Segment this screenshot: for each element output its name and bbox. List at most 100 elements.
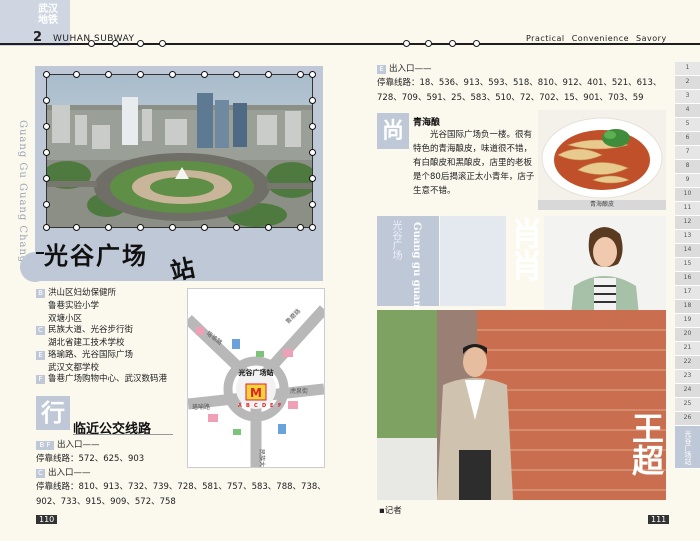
side-tab[interactable]: 13 xyxy=(675,230,700,244)
side-tab[interactable]: 光谷广场站 xyxy=(675,426,700,469)
side-tab[interactable]: 10 xyxy=(675,188,700,202)
exit-text: 鲁巷实验小学 xyxy=(48,301,100,312)
food-photo xyxy=(538,110,666,202)
header-dot xyxy=(403,40,410,47)
exit-item: 双塘小区 xyxy=(36,312,82,325)
bus-group-2-badge: C xyxy=(36,469,45,478)
photo-frame-handle xyxy=(309,201,316,208)
photo-frame-handle xyxy=(169,71,176,78)
exit-item: C 民族大道、光谷步行街 xyxy=(36,324,133,336)
shop-description: 光谷国际广场负一楼。很有特色的青海酿皮，味道很不错，有白酿皮和黑酿皮，店里的老板… xyxy=(413,130,535,196)
side-tab[interactable]: 20 xyxy=(675,328,700,342)
right-exit-label: 出入口—— xyxy=(389,64,432,74)
metro-symbol: M xyxy=(250,386,262,400)
station-map: M 光谷广场站 珞瑜路 鲁磨路 民族大道 珞喻路 虎泉街 A B C D E F xyxy=(187,288,325,468)
magazine-tagline: Practical Convenience Savory xyxy=(526,34,667,43)
photo-frame-handle xyxy=(43,224,50,231)
exit-badge: F xyxy=(36,375,45,385)
side-tab[interactable]: 12 xyxy=(675,216,700,230)
side-tab[interactable]: 21 xyxy=(675,342,700,356)
bus-group-1-lines-label: 停靠线路： xyxy=(36,454,79,464)
map-exit-letter: C xyxy=(254,403,258,409)
photo-frame-handle xyxy=(137,224,144,231)
guanggu-chinese-vertical: 光谷广场 xyxy=(390,220,401,260)
bus-group-1-badge: B F xyxy=(36,441,54,450)
exit-item: 湖北省建工技术学校 xyxy=(36,336,125,349)
shang-char-box: 尚 xyxy=(377,113,409,149)
header-dot xyxy=(112,40,119,47)
city-aerial-photo xyxy=(46,74,313,228)
exit-item: F 鲁巷广场购物中心、武汉数码港 xyxy=(36,373,167,385)
map-road-label: 虎泉街 xyxy=(290,387,308,395)
header-dot xyxy=(159,40,166,47)
side-tab[interactable]: 24 xyxy=(675,384,700,398)
food-illustration xyxy=(538,110,666,202)
exit-text: 洪山区妇幼保健所 xyxy=(48,288,117,298)
reporter-label-text: 记者 xyxy=(384,506,402,516)
map-exit-letter: F xyxy=(278,403,281,409)
right-lines-value: 18、536、913、593、518、810、912、401、521、613、7… xyxy=(377,78,662,103)
side-tab[interactable]: 7 xyxy=(675,146,700,160)
photo-frame-handle xyxy=(309,224,316,231)
map-exit-letter: D xyxy=(262,403,266,409)
right-lines-label: 停靠线路： xyxy=(377,78,420,88)
exit-item: 武汉文都学校 xyxy=(36,361,99,374)
exit-item: 鲁巷实验小学 xyxy=(36,299,99,312)
photo-frame-handle xyxy=(43,175,50,182)
photo-frame-handle xyxy=(201,224,208,231)
exit-badge: E xyxy=(36,350,45,360)
side-tab[interactable]: 1 xyxy=(675,62,700,76)
right-exit-badge: E xyxy=(377,65,386,74)
photo-frame-handle xyxy=(105,71,112,78)
side-tab[interactable]: 16 xyxy=(675,272,700,286)
title-dash xyxy=(36,252,44,254)
side-tab[interactable]: 8 xyxy=(675,160,700,174)
side-tab[interactable]: 3 xyxy=(675,90,700,104)
side-tab[interactable]: 18 xyxy=(675,300,700,314)
map-road-label: 珞喻路 xyxy=(192,403,210,411)
wangchao-illustration xyxy=(377,310,666,500)
side-tab[interactable]: 17 xyxy=(675,286,700,300)
header-rule xyxy=(0,43,700,45)
logo-text: 武汉地铁 xyxy=(38,4,58,26)
bus-group-2-exit-label: 出入口—— xyxy=(48,468,91,478)
side-tab[interactable]: 26 xyxy=(675,412,700,426)
bus-group-2-lines: 停靠线路：810、913、732、739、728、581、757、583、788… xyxy=(36,480,326,510)
photo-frame-handle xyxy=(43,123,50,130)
map-illustration: M 光谷广场站 珞瑜路 鲁磨路 民族大道 珞喻路 虎泉街 A B C D E F xyxy=(188,289,324,467)
side-tab[interactable]: 15 xyxy=(675,258,700,272)
header-dot xyxy=(473,40,480,47)
side-tab[interactable]: 14 xyxy=(675,244,700,258)
side-tab[interactable]: 25 xyxy=(675,398,700,412)
photo-frame-handle xyxy=(297,71,304,78)
side-tab[interactable]: 5 xyxy=(675,118,700,132)
side-index-tabs: 1 2 3 4 5 6 7 8 9 10 11 12 13 14 15 16 17 18 19 20 21 22 23 24 2… xyxy=(675,62,700,482)
bus-group-1-lines: 停靠线路：572、625、903 xyxy=(36,452,321,467)
photo-frame-handle xyxy=(73,224,80,231)
photo-frame-handle xyxy=(43,201,50,208)
side-tab[interactable]: 23 xyxy=(675,370,700,384)
bus-section-char: 行 xyxy=(36,396,70,430)
side-tab[interactable]: 4 xyxy=(675,104,700,118)
side-tab[interactable]: 2 xyxy=(675,76,700,90)
photo-frame-handle xyxy=(233,224,240,231)
side-tab[interactable]: 6 xyxy=(675,132,700,146)
bus-group-2-lines-value: 810、913、732、739、728、581、757、583、788、738、… xyxy=(36,482,326,507)
photo-frame-handle xyxy=(309,149,316,156)
exit-text: 鲁巷广场购物中心、武汉数码港 xyxy=(48,374,168,385)
side-tab[interactable]: 11 xyxy=(675,202,700,216)
map-exit-letter: A xyxy=(238,403,242,409)
guanggu-light-box xyxy=(440,216,506,306)
side-tab[interactable]: 9 xyxy=(675,174,700,188)
side-tab[interactable]: 22 xyxy=(675,356,700,370)
bus-group-1-lines-value: 572、625、903 xyxy=(78,454,145,464)
bus-group-2-exit: C 出入口—— xyxy=(36,466,91,481)
header-dot xyxy=(137,40,144,47)
photo-frame-handle xyxy=(43,71,50,78)
photo-frame-handle xyxy=(309,123,316,130)
bus-group-1-exit-label: 出入口—— xyxy=(57,440,100,450)
map-station-label: 光谷广场站 xyxy=(238,368,274,377)
photo-frame-handle xyxy=(309,97,316,104)
side-tab[interactable]: 19 xyxy=(675,314,700,328)
bus-group-1-exit: B F 出入口—— xyxy=(36,438,100,453)
